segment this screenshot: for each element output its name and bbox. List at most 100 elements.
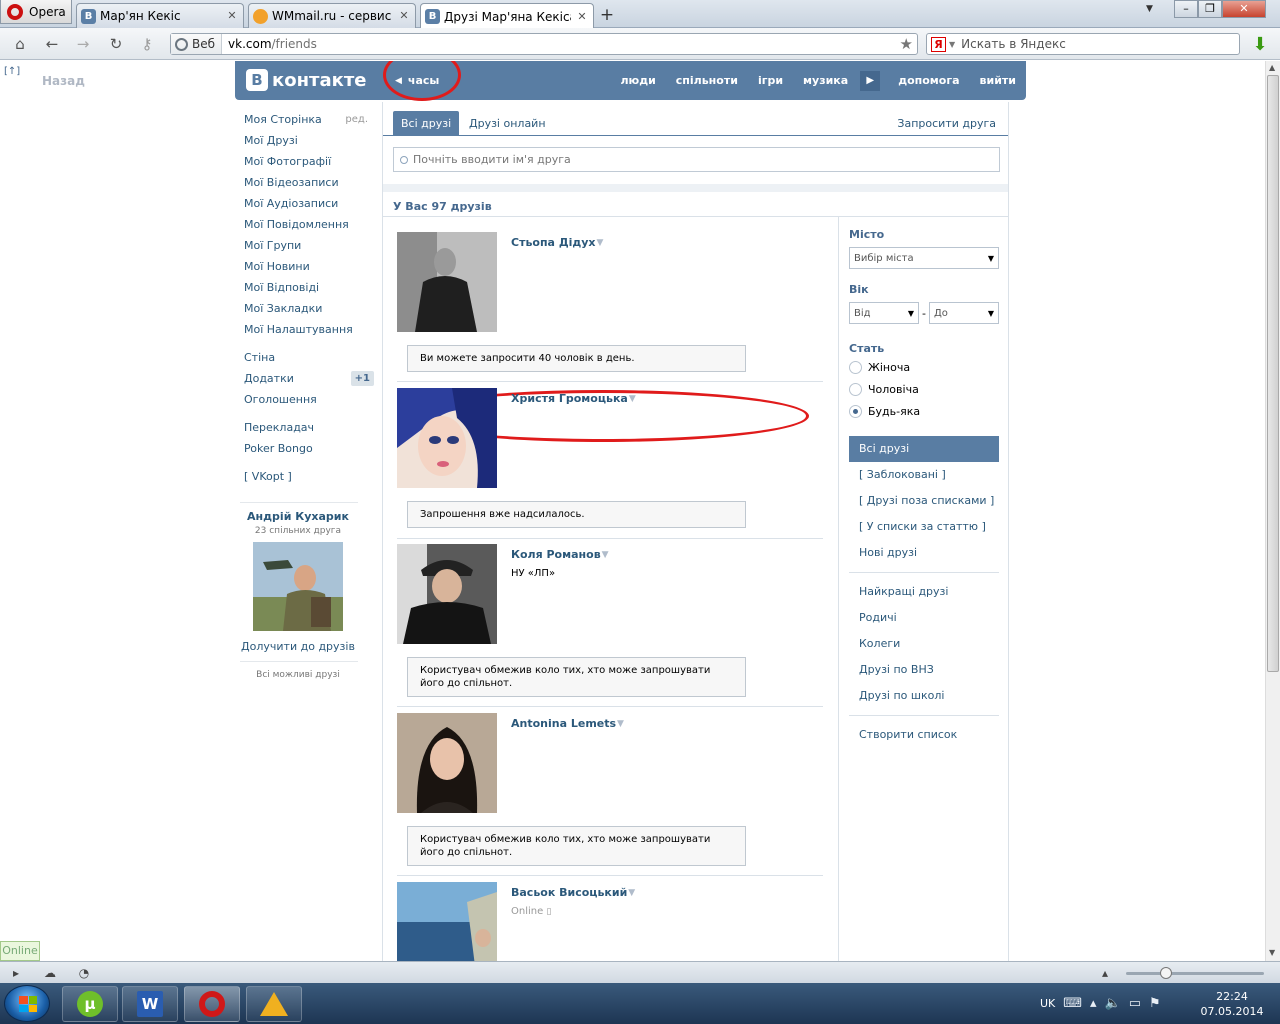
suggestion-avatar[interactable] [253, 542, 343, 631]
panel-toggle-icon[interactable]: ▸ [8, 966, 24, 980]
sidebar-item-news[interactable]: Мої Новини [238, 256, 378, 277]
scrollbar-thumb[interactable] [1267, 75, 1279, 672]
clock[interactable]: 22:24 07.05.2014 [1192, 989, 1272, 1019]
sidebar-item-friends[interactable]: Мої Друзі [238, 130, 378, 151]
list-new-friends[interactable]: Нові друзі [849, 540, 999, 566]
volume-icon[interactable]: 🔈 [1105, 996, 1121, 1011]
friend-name[interactable]: Стьопа Дідух ▼ [511, 236, 603, 249]
friend-name[interactable]: Христя Громоцька ▼ [511, 392, 636, 405]
scroll-down-icon[interactable]: ▼ [1269, 948, 1275, 957]
tab-all-friends[interactable]: Всі друзі [393, 111, 460, 136]
caret-down-icon[interactable]: ▼ [597, 238, 604, 248]
browser-tab-3[interactable]: В Друзі Мар'яна Кекіса |... ✕ [420, 3, 594, 29]
opera-menu-button[interactable]: Opera [0, 0, 72, 24]
home-icon[interactable]: ⌂ [11, 36, 29, 52]
sidebar-item-audio[interactable]: Мої Аудіозаписи [238, 193, 378, 214]
network-icon[interactable]: ▭ [1129, 996, 1141, 1011]
nav-people[interactable]: люди [610, 74, 665, 87]
friend-name[interactable]: Antonina Lemets ▼ [511, 717, 624, 730]
list-relatives[interactable]: Родичі [849, 605, 999, 631]
address-field[interactable]: Веб vk.com/friends ★ [170, 33, 918, 55]
friend-avatar[interactable] [397, 388, 497, 488]
sidebar-item-apps[interactable]: Додатки +1 [238, 368, 378, 389]
language-indicator[interactable]: UK [1040, 997, 1055, 1010]
forward-arrow-icon[interactable]: → [74, 36, 92, 52]
opera-taskbar-button[interactable] [184, 986, 240, 1022]
zoom-slider-handle[interactable] [1160, 967, 1172, 979]
page-scrollbar[interactable]: ▲ ▼ [1265, 61, 1280, 961]
action-center-icon[interactable]: ⚑ [1149, 996, 1161, 1011]
friend-avatar[interactable] [397, 544, 497, 644]
sidebar-item-poker[interactable]: Poker Bongo [238, 438, 378, 459]
caret-down-icon[interactable]: ▼ [602, 550, 609, 560]
sidebar-item-translator[interactable]: Перекладач [238, 417, 378, 438]
friend-avatar[interactable] [397, 713, 497, 813]
tab-menu-icon[interactable]: ▼ [1146, 4, 1162, 14]
sidebar-item-bookmarks[interactable]: Мої Закладки [238, 298, 378, 319]
invite-friend-link[interactable]: Запросити друга [897, 111, 996, 136]
sex-male-radio[interactable]: Чоловіча [849, 378, 1008, 400]
nav-communities[interactable]: спільноти [666, 74, 748, 87]
friend-name[interactable]: Васьок Висоцький ▼ [511, 886, 635, 899]
list-blocked[interactable]: [ Заблоковані ] [849, 462, 999, 488]
nav-more-button[interactable]: ▶ [860, 70, 881, 91]
site-info-button[interactable]: Веб [171, 34, 223, 54]
search-engine-dropdown-icon[interactable]: ▼ [949, 40, 955, 49]
start-button[interactable] [4, 985, 50, 1022]
list-school[interactable]: Друзі по школі [849, 683, 999, 709]
list-colleagues[interactable]: Колеги [849, 631, 999, 657]
city-select[interactable]: Вибір міста ▼ [849, 247, 999, 269]
sidebar-item-groups[interactable]: Мої Групи [238, 235, 378, 256]
utorrent-taskbar-button[interactable]: µ [62, 986, 118, 1022]
sidebar-item-answers[interactable]: Мої Відповіді [238, 277, 378, 298]
tray-expand-icon[interactable]: ▴ [1090, 996, 1097, 1011]
zoom-slider[interactable] [1126, 972, 1264, 975]
keyboard-icon[interactable]: ⌨ [1063, 996, 1082, 1011]
back-arrow-icon[interactable]: ← [43, 36, 61, 52]
app-taskbar-button[interactable] [246, 986, 302, 1022]
sidebar-item-wall[interactable]: Стіна [238, 347, 378, 368]
all-possible-friends-link[interactable]: Всі можливі друзі [238, 670, 358, 680]
sidebar-item-settings[interactable]: Мої Налаштування [238, 319, 378, 340]
friend-name[interactable]: Коля Романов ▼ [511, 548, 609, 561]
list-best-friends[interactable]: Найкращі друзі [849, 579, 999, 605]
suggestion-name[interactable]: Андрій Кухарик [238, 510, 358, 523]
reload-icon[interactable]: ↻ [107, 36, 125, 52]
nav-logout[interactable]: вийти [970, 74, 1026, 87]
sex-female-radio[interactable]: Жіноча [849, 356, 1008, 378]
download-icon[interactable]: ⬇ [1250, 34, 1270, 55]
search-field[interactable]: Я ▼ Искать в Яндекс [926, 33, 1240, 55]
edit-link[interactable]: ред. [345, 109, 368, 130]
close-window-button[interactable]: ✕ [1222, 0, 1266, 18]
browser-tab-1[interactable]: В Мар'ян Кекіс ✕ [76, 3, 244, 28]
new-tab-button[interactable]: + [597, 6, 617, 24]
sidebar-item-messages[interactable]: Мої Повідомлення [238, 214, 378, 235]
word-taskbar-button[interactable]: W [122, 986, 178, 1022]
nav-games[interactable]: ігри [748, 74, 793, 87]
nav-music[interactable]: музика [793, 74, 858, 87]
age-from-select[interactable]: Від ▼ [849, 302, 919, 324]
list-by-sex[interactable]: [ У списки за статтю ] [849, 514, 999, 540]
vk-logo[interactable]: В контакте [246, 69, 366, 91]
friend-avatar[interactable] [397, 882, 497, 961]
header-back-link[interactable]: ◀ часы [395, 74, 439, 87]
sidebar-item-my-page[interactable]: Моя Сторінка ред. [238, 109, 378, 130]
key-icon[interactable]: ⚷ [138, 36, 156, 52]
sidebar-item-vkopt[interactable]: [ VKopt ] [238, 466, 378, 487]
speed-dial-icon[interactable]: ◔ [76, 966, 92, 980]
scroll-up-icon[interactable]: ▲ [1269, 63, 1275, 72]
minimize-button[interactable]: – [1174, 0, 1198, 18]
browser-tab-2[interactable]: WMmail.ru - сервис п... ✕ [248, 3, 416, 28]
friend-search-input[interactable]: Почніть вводити ім'я друга [393, 147, 1000, 172]
age-to-select[interactable]: До ▼ [928, 302, 999, 324]
nav-help[interactable]: допомога [888, 74, 969, 87]
sidebar-item-ads[interactable]: Оголошення [238, 389, 378, 410]
cloud-icon[interactable]: ☁ [42, 966, 58, 980]
friend-avatar[interactable] [397, 232, 497, 332]
back-link[interactable]: Назад [14, 74, 85, 88]
list-all-friends[interactable]: Всі друзі [849, 436, 999, 462]
suggestion-common[interactable]: 23 спільних друга [238, 526, 358, 536]
close-icon[interactable]: ✕ [225, 9, 239, 23]
caret-down-icon[interactable]: ▼ [628, 888, 635, 898]
tab-friends-online[interactable]: Друзі онлайн [461, 111, 554, 136]
